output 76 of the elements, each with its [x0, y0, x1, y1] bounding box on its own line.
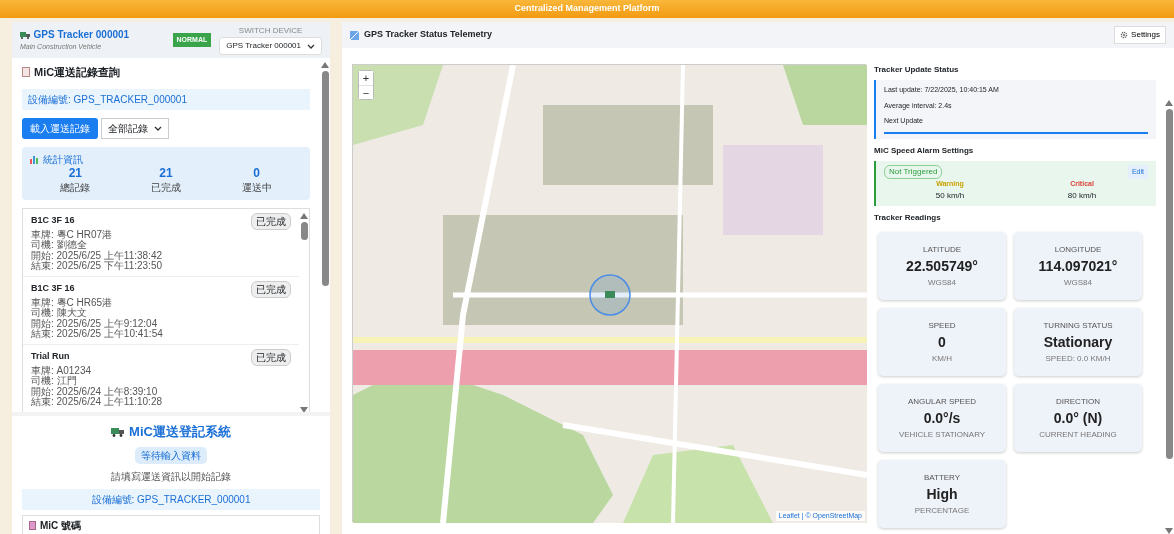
status-badge: 已完成	[251, 280, 291, 298]
reading-unit: KM/H	[932, 352, 952, 365]
record-detail: 司機: 江門	[31, 376, 78, 387]
reading-value: 0.0°/s	[923, 408, 961, 428]
stat-value: 0	[252, 166, 261, 180]
section-title: MiC 號碼	[40, 518, 82, 533]
map-icon	[350, 30, 359, 40]
record-detail: 結束: 2025/6/25 上午10:41:54	[31, 329, 164, 340]
reading-unit: PERCENTAGE	[914, 504, 970, 517]
record-title: B1C 3F 16	[31, 214, 75, 228]
record-detail: 結束: 2025/6/24 上午11:10:28	[31, 397, 163, 408]
stats-title: 統計資訊	[43, 152, 83, 167]
waiting-badge: 等待輸入資料	[135, 446, 207, 464]
section-title: Tracker Update Status	[874, 64, 960, 76]
reading-label: DIRECTION	[1056, 395, 1100, 408]
switch-device-label: SWITCH DEVICE	[237, 25, 304, 37]
device-id: 設備編號: GPS_TRACKER_000001	[22, 88, 310, 110]
record-detail: 司機: 劉德全	[31, 240, 87, 251]
stat-label: 總記錄	[60, 180, 91, 195]
reading-value: 0.0° (N)	[1053, 408, 1103, 428]
settings-button[interactable]: Settings	[1114, 26, 1166, 44]
reading-label: LONGITUDE	[1054, 243, 1102, 256]
record-item[interactable]: B1C 3F 16 已完成 車牌: 粵C HR07港 司機: 劉德全 開始: 2025/6/25 上午11:38:42 結束: 2025/6/25 下午11:23:50	[23, 208, 299, 277]
record-detail: 車牌: 粵C HR65港	[31, 297, 114, 309]
reading-value: 114.097021°	[1038, 256, 1118, 276]
reading-value: 22.505749°	[906, 256, 978, 276]
threshold-value: 50 km/h	[935, 189, 965, 202]
platform-title: Centralized Management Platform	[0, 0, 1174, 18]
stat-label: 已完成	[151, 180, 181, 195]
settings-icon	[1120, 31, 1129, 39]
reading-unit: SPEED: 0.0 KM/H	[1045, 352, 1111, 365]
reading-value: Stationary	[1043, 332, 1113, 352]
chart-icon	[30, 154, 39, 164]
reading-label: BATTERY	[923, 471, 961, 484]
zoom-out-button[interactable]: −	[359, 85, 373, 99]
chevron-icon	[307, 43, 315, 49]
truck-icon	[20, 30, 31, 39]
telemetry-title: GPS Tracker Status Telemetry	[364, 28, 492, 42]
alarm-status-badge: Not Triggered	[884, 165, 943, 179]
reading-label: LATITUDE	[922, 243, 962, 256]
reading-unit: WGS84	[1064, 276, 1092, 289]
device-name: GPS Tracker 000001	[33, 28, 130, 43]
section-title: MiC Speed Alarm Settings	[874, 145, 975, 157]
record-title: B1C 3F 16	[31, 282, 75, 296]
record-title: Trial Run	[31, 350, 70, 364]
section-title: Tracker Readings	[874, 212, 942, 224]
reading-label: TURNING STATUS	[1043, 319, 1113, 332]
record-detail: 司機: 陳大文	[31, 308, 87, 319]
device-id: 設備編號: GPS_TRACKER_000001	[22, 488, 320, 510]
filter-select[interactable]: 全部記錄	[100, 117, 169, 139]
document-icon	[22, 67, 30, 78]
stat-label: 運送中	[241, 180, 272, 195]
registration-title: MiC運送登記系統	[129, 423, 231, 441]
threshold-value: 80 km/h	[1067, 189, 1097, 202]
reading-unit: WGS84	[928, 276, 956, 289]
stat-value: 21	[158, 166, 174, 180]
query-title: MiC運送記錄查詢	[34, 65, 121, 80]
load-records-button[interactable]: 載入運送記錄	[22, 117, 98, 139]
reading-unit: CURRENT HEADING	[1039, 428, 1117, 441]
document-icon	[29, 520, 36, 530]
record-detail: 車牌: A01234	[31, 365, 93, 376]
record-detail: 結束: 2025/6/25 下午11:23:50	[31, 261, 163, 272]
status-badge: 已完成	[251, 348, 291, 366]
device-select[interactable]: GPS Tracker 000001	[219, 37, 322, 55]
record-item[interactable]: Trial Run 已完成 車牌: A01234 司機: 江門 開始: 2025/6/24 上午8:39:10 結束: 2025/6/24 上午11:10:28	[23, 344, 299, 412]
truck-icon	[111, 426, 126, 437]
reading-value: High	[926, 484, 958, 504]
reading-label: SPEED	[928, 319, 956, 332]
stat-value: 21	[67, 166, 83, 180]
reading-label: ANGULAR SPEED	[908, 395, 976, 408]
record-item[interactable]: B1C 3F 16 已完成 車牌: 粵C HR65港 司機: 陳大文 開始: 2025/6/25 上午9:12:04 結束: 2025/6/25 上午10:41:54	[23, 276, 299, 345]
reading-unit: VEHICLE STATIONARY	[898, 428, 986, 441]
reading-value: 0	[938, 332, 946, 352]
status-badge: 已完成	[251, 212, 291, 230]
chevron-icon	[153, 125, 162, 131]
registration-hint: 請填寫運送資訊以開始記錄	[111, 469, 231, 484]
